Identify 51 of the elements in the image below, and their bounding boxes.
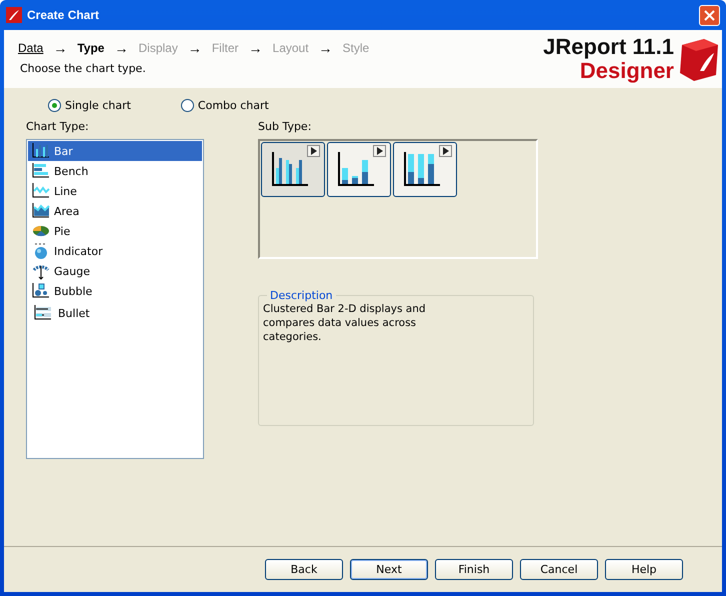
chart-type-item[interactable]: Indicator: [28, 241, 202, 261]
wizard-step: Type: [77, 41, 104, 55]
bar-chart-icon: [32, 142, 50, 160]
chart-type-item[interactable]: Line: [28, 181, 202, 201]
description-text: Clustered Bar 2-D displays and compares data values across categories.: [263, 302, 427, 344]
close-button[interactable]: [699, 4, 720, 26]
step-arrow: →: [53, 40, 68, 56]
product-name: JReport 11.1: [543, 35, 674, 59]
product-edition: Designer: [580, 59, 674, 83]
dialog-button[interactable]: Help: [605, 559, 683, 580]
area-chart-icon: [32, 202, 50, 220]
play-icon: [439, 145, 452, 157]
chart-type-label: Chart Type:: [26, 120, 89, 133]
play-icon: [307, 145, 320, 157]
step-arrow: →: [248, 40, 263, 56]
bubble-chart-icon: [32, 282, 50, 300]
chart-type-item[interactable]: Bullet: [28, 301, 202, 325]
dialog-button[interactable]: Cancel: [520, 559, 598, 580]
description-legend: Description: [267, 289, 336, 302]
step-arrow: →: [318, 40, 333, 56]
wizard-step: Style: [342, 41, 370, 55]
chart-mode-radio[interactable]: Combo chart: [180, 96, 269, 114]
chart-type-item[interactable]: Bubble: [28, 281, 202, 301]
sub-type-button[interactable]: [327, 142, 391, 197]
play-icon: [373, 145, 386, 157]
sub-type-button[interactable]: [393, 142, 457, 197]
window-title: Create Chart: [27, 8, 100, 22]
wizard-step: Filter: [212, 41, 239, 55]
chart-type-item[interactable]: Bar: [28, 141, 202, 161]
indicator-chart-icon: [32, 242, 50, 260]
wizard-step: Layout: [272, 41, 309, 55]
dialog-button[interactable]: Finish: [435, 559, 513, 580]
app-logo-icon: [6, 7, 22, 23]
bench-chart-icon: [32, 162, 50, 180]
instruction-text: Choose the chart type.: [20, 62, 147, 75]
wizard-step: Display: [138, 41, 178, 55]
bullet-chart-icon: [34, 304, 52, 322]
sub-type-label: Sub Type:: [258, 120, 312, 133]
chart-type-item[interactable]: Gauge: [28, 261, 202, 281]
dialog-button[interactable]: Back: [265, 559, 343, 580]
sub-type-button[interactable]: [261, 142, 325, 197]
chart-type-item[interactable]: Bench: [28, 161, 202, 181]
chart-type-item[interactable]: Pie: [28, 221, 202, 241]
chart-type-item[interactable]: Area: [28, 201, 202, 221]
wizard-step[interactable]: Data: [18, 41, 44, 55]
chart-mode-radio[interactable]: Single chart: [48, 96, 131, 114]
line-chart-icon: [32, 182, 50, 200]
step-arrow: →: [188, 40, 202, 56]
step-arrow: →: [114, 40, 128, 56]
dialog-button[interactable]: Next: [350, 559, 428, 580]
close-icon: [704, 10, 715, 20]
